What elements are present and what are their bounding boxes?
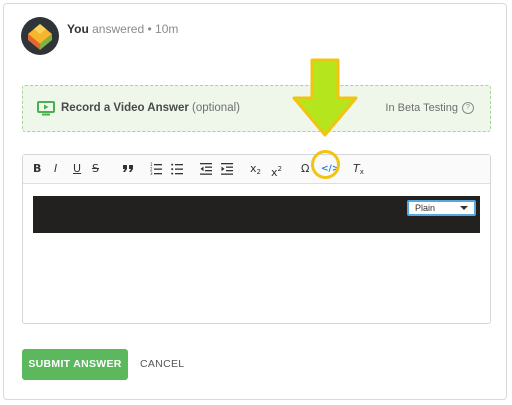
author-name[interactable]: You: [67, 22, 89, 36]
superscript-icon[interactable]: x2: [271, 161, 282, 179]
cancel-button[interactable]: CANCEL: [140, 349, 184, 380]
rich-text-editor: B I U S 1 2 3 x2 x2 Ω </> Tx Plain: [22, 154, 491, 324]
beta-testing-label: In Beta Testing: [385, 102, 458, 114]
indent-icon[interactable]: [221, 161, 233, 177]
subscript-icon[interactable]: x2: [250, 161, 261, 177]
underline-icon[interactable]: U: [73, 161, 81, 177]
avatar-logo-icon: [28, 24, 52, 50]
ordered-list-icon[interactable]: 1 2 3: [150, 161, 162, 177]
beta-testing-note: In Beta Testing ?: [385, 102, 474, 114]
bullet-list-icon[interactable]: [171, 161, 183, 177]
strikethrough-icon[interactable]: S: [92, 161, 99, 177]
outdent-icon[interactable]: [200, 161, 212, 177]
video-screen-icon: [37, 101, 55, 116]
bold-icon[interactable]: B: [33, 161, 41, 177]
editor-toolbar: B I U S 1 2 3 x2 x2 Ω </> Tx: [23, 155, 490, 184]
help-icon[interactable]: ?: [462, 102, 474, 114]
italic-icon[interactable]: I: [54, 161, 57, 177]
avatar: [21, 17, 59, 55]
clear-format-mark: x: [359, 168, 364, 176]
chevron-down-icon: [460, 206, 468, 210]
svg-text:3: 3: [150, 171, 153, 175]
record-video-answer[interactable]: Record a Video Answer (optional) In Beta…: [22, 85, 491, 132]
record-video-title: Record a Video Answer: [61, 102, 189, 114]
language-value: Plain: [415, 203, 436, 213]
answer-status: answered: [92, 22, 145, 36]
subscript-digit: 2: [256, 168, 261, 176]
language-select[interactable]: Plain: [407, 200, 476, 216]
quote-icon[interactable]: [122, 161, 134, 177]
highlight-circle: [311, 150, 340, 179]
submit-answer-button[interactable]: SUBMIT ANSWER: [22, 349, 128, 380]
down-arrow-annotation-icon: [292, 58, 358, 137]
special-character-icon[interactable]: Ω: [301, 161, 309, 177]
meta-separator: •: [147, 22, 152, 36]
code-block[interactable]: Plain: [33, 196, 480, 233]
clear-format-icon[interactable]: Tx: [353, 161, 364, 177]
answer-time: 10m: [155, 22, 179, 36]
clear-format-letter: T: [353, 162, 360, 175]
record-video-label: Record a Video Answer (optional): [61, 102, 240, 114]
superscript-digit: 2: [277, 165, 282, 173]
record-video-optional: (optional): [192, 102, 240, 114]
answer-header: You answered • 10m: [67, 22, 178, 36]
